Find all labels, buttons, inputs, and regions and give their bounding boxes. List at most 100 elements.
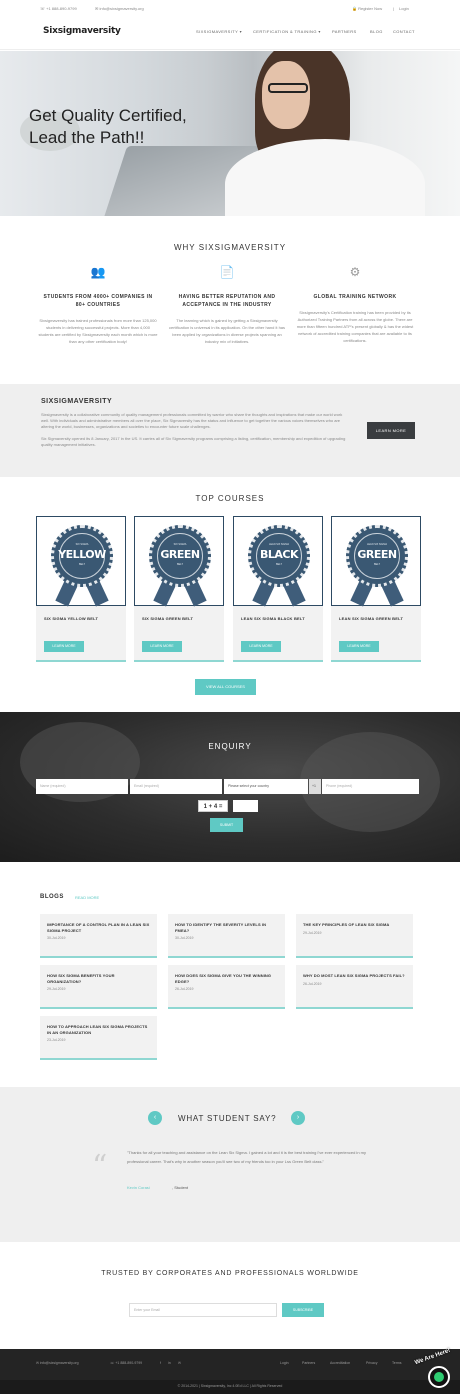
hero-person-shirt — [225, 139, 425, 216]
course-learn-more-button[interactable]: LEARN MORE — [339, 641, 379, 652]
badge-sub-text: BELT — [176, 563, 184, 566]
hero-person-glasses — [268, 83, 308, 93]
submit-button[interactable]: SUBMIT — [210, 818, 243, 832]
blog-card[interactable]: HOW SIX SIGMA BENEFITS YOUR ORGANIZATION… — [40, 965, 157, 1009]
blog-title[interactable]: WHY DO MOST LEAN SIX SIGMA PROJECTS FAIL… — [303, 973, 406, 979]
about-section: SIXSIGMAVERSITY Sixsigmaversity is a col… — [0, 384, 460, 477]
email-field[interactable]: Email (required) — [130, 779, 222, 794]
nav-item-certification[interactable]: CERTIFICATION & TRAINING ▾ — [253, 29, 321, 34]
copyright-text: © 2014-2021 | Sixsigmaversity, Inc 4.0Ed… — [177, 1384, 283, 1388]
blogs-title: BLOGS — [40, 894, 64, 900]
top-bar: ☏ +1 888-890-9799 ✉ info@sixsigmaversity… — [0, 0, 460, 16]
feature-reputation: 📄 HAVING BETTER REPUTATION AND ACCEPTANC… — [167, 265, 287, 345]
topbar-separator: | — [393, 6, 395, 11]
course-name[interactable]: LEAN SIX SIGMA BLACK BELT — [241, 616, 317, 622]
course-name[interactable]: LEAN SIX SIGMA GREEN BELT — [339, 616, 415, 622]
view-all-courses-button[interactable]: VIEW ALL COURSES — [195, 679, 256, 695]
blog-title[interactable]: IMPORTANCE OF A CONTROL PLAN IN A LEAN S… — [47, 922, 150, 933]
name-field[interactable]: Name (required) — [36, 779, 128, 794]
badge-belt-word: GREEN — [160, 548, 200, 561]
blog-title[interactable]: THE KEY PRINCIPLES OF LEAN SIX SIGMA — [303, 922, 406, 928]
testimonials-section: ‹ WHAT STUDENT SAY? › “ "Thanks for all … — [0, 1087, 460, 1242]
footer-link-accreditation[interactable]: Accreditation — [330, 1361, 350, 1365]
belt-badge[interactable]: LEAN SIX SIGMA BLACK BELT — [233, 516, 323, 607]
next-arrow-icon[interactable]: › — [291, 1111, 305, 1125]
nav-item-contact[interactable]: CONTACT — [393, 29, 415, 34]
testimonial-role: , Student — [172, 1185, 189, 1190]
footer-link-privacy[interactable]: Privacy — [366, 1361, 377, 1365]
course-card: LEAN SIX SIGMA BLACK BELT LEAN SIX SIGMA… — [233, 516, 323, 662]
trusted-title: TRUSTED BY CORPORATES AND PROFESSIONALS … — [101, 1270, 359, 1277]
belt-badge[interactable]: SIX SIGMA GREEN BELT — [134, 516, 224, 607]
testimonial-text: "Thanks for all your teaching and assist… — [127, 1150, 366, 1164]
blog-date: 29-Jul-2019 — [303, 930, 322, 935]
footer-phone-link[interactable]: ☏ +1 888-890-9799 — [110, 1361, 142, 1365]
blog-card[interactable]: HOW TO IDENTIFY THE SEVERITY LEVELS IN F… — [168, 914, 285, 958]
badge-top-text: SIX SIGMA — [75, 543, 89, 546]
mail-icon[interactable]: ✉ — [178, 1361, 181, 1365]
blog-title[interactable]: HOW TO APPROACH LEAN SIX SIGMA PROJECTS … — [47, 1024, 150, 1035]
about-text-secondary: Six Sigmaversity opened its 8 January, 2… — [41, 436, 346, 447]
captcha-answer-input[interactable] — [233, 800, 258, 812]
feature-students: 👥 STUDENTS FROM 4000+ COMPANIES IN 80+ C… — [38, 265, 158, 345]
blog-card[interactable]: IMPORTANCE OF A CONTROL PLAN IN A LEAN S… — [40, 914, 157, 958]
nav-item-partners[interactable]: PARTNERS — [332, 29, 357, 34]
learn-more-button[interactable]: LEARN MORE — [367, 422, 415, 439]
blog-title[interactable]: HOW DOES SIX SIGMA GIVE YOU THE WINNING … — [175, 973, 278, 984]
register-link[interactable]: 🔒 Register Now — [352, 6, 382, 11]
course-learn-more-button[interactable]: LEARN MORE — [241, 641, 281, 652]
enquiry-title: ENQUIRY — [208, 742, 252, 751]
facebook-icon[interactable]: f — [160, 1361, 161, 1365]
email-link[interactable]: ✉ info@sixsigmaversity.org — [95, 6, 144, 11]
blog-card[interactable]: HOW DOES SIX SIGMA GIVE YOU THE WINNING … — [168, 965, 285, 1009]
course-name[interactable]: SIX SIGMA GREEN BELT — [142, 616, 218, 622]
blog-date: 30-Jul-2019 — [175, 936, 194, 940]
why-section-title: WHY SIXSIGMAVERSITY — [173, 243, 287, 252]
blog-date: 30-Jul-2019 — [47, 936, 66, 940]
linkedin-icon[interactable]: in — [168, 1361, 171, 1365]
phone-link[interactable]: ☏ +1 888-890-9799 — [40, 6, 77, 11]
feature-heading: STUDENTS FROM 4000+ COMPANIES IN 80+ COU… — [43, 294, 153, 308]
blog-date: 29-Jul-2019 — [47, 987, 66, 991]
hero-title: Get Quality Certified, Lead the Path!! — [29, 106, 187, 147]
blog-card[interactable]: HOW TO APPROACH LEAN SIX SIGMA PROJECTS … — [40, 1016, 157, 1060]
footer-email-link[interactable]: ✉ info@sixsigmaversity.org — [36, 1361, 79, 1365]
badge-sub-text: BELT — [78, 563, 86, 566]
testimonial-author[interactable]: Kevin Corasi — [127, 1185, 150, 1190]
blog-title[interactable]: HOW SIX SIGMA BENEFITS YOUR ORGANIZATION… — [47, 973, 150, 984]
blog-card[interactable]: THE KEY PRINCIPLES OF LEAN SIX SIGMA 29-… — [296, 914, 413, 958]
course-learn-more-button[interactable]: LEARN MORE — [142, 641, 182, 652]
blogs-read-more-link[interactable]: READ MORE — [75, 895, 99, 900]
phone-field[interactable]: Phone (required) — [322, 779, 419, 794]
newsletter-email-input[interactable]: Enter your Email — [129, 1303, 277, 1317]
blog-title[interactable]: HOW TO IDENTIFY THE SEVERITY LEVELS IN F… — [175, 922, 278, 933]
country-select[interactable]: Please select your country — [224, 779, 308, 794]
globe-network-icon: ⚙ — [349, 265, 361, 279]
badge-belt-word: YELLOW — [58, 548, 106, 561]
nav-item-sixsigmaversity[interactable]: SIXSIGMAVERSITY ▾ — [196, 29, 242, 34]
badge-sub-text: BELT — [275, 563, 283, 566]
belt-badge[interactable]: LEAN SIX SIGMA GREEN BELT — [331, 516, 421, 607]
login-link[interactable]: Login — [399, 6, 409, 11]
captcha-question: 1 + 4 = — [198, 800, 228, 812]
chat-status-icon — [434, 1372, 444, 1382]
certificate-icon: 📄 — [219, 265, 235, 279]
enquiry-section: ENQUIRY Name (required) Email (required)… — [0, 712, 460, 862]
course-name[interactable]: SIX SIGMA YELLOW BELT — [44, 616, 120, 622]
feature-heading: GLOBAL TRAINING NETWORK — [313, 294, 397, 300]
belt-badge[interactable]: SIX SIGMA YELLOW BELT — [36, 516, 126, 607]
badge-belt-word: GREEN — [357, 548, 397, 561]
site-logo[interactable]: Sixsigmaversity — [43, 26, 121, 36]
footer-link-partners[interactable]: Partners — [302, 1361, 315, 1365]
blog-card[interactable]: WHY DO MOST LEAN SIX SIGMA PROJECTS FAIL… — [296, 965, 413, 1009]
chat-widget[interactable]: We Are Here! — [412, 1348, 452, 1390]
course-learn-more-button[interactable]: LEARN MORE — [44, 641, 84, 652]
footer-link-login[interactable]: Login — [280, 1361, 289, 1365]
blog-date: 26-Jul-2019 — [303, 981, 322, 986]
about-text: Sixsigmaversity is a collaborative commu… — [41, 412, 343, 429]
footer-link-terms[interactable]: Terms — [392, 1361, 402, 1365]
subscribe-button[interactable]: SUBSCRIBE — [282, 1303, 324, 1317]
prev-arrow-icon[interactable]: ‹ — [148, 1111, 162, 1125]
nav-item-blog[interactable]: BLOG — [370, 29, 383, 34]
footer-bottom: © 2014-2021 | Sixsigmaversity, Inc 4.0Ed… — [0, 1380, 460, 1394]
